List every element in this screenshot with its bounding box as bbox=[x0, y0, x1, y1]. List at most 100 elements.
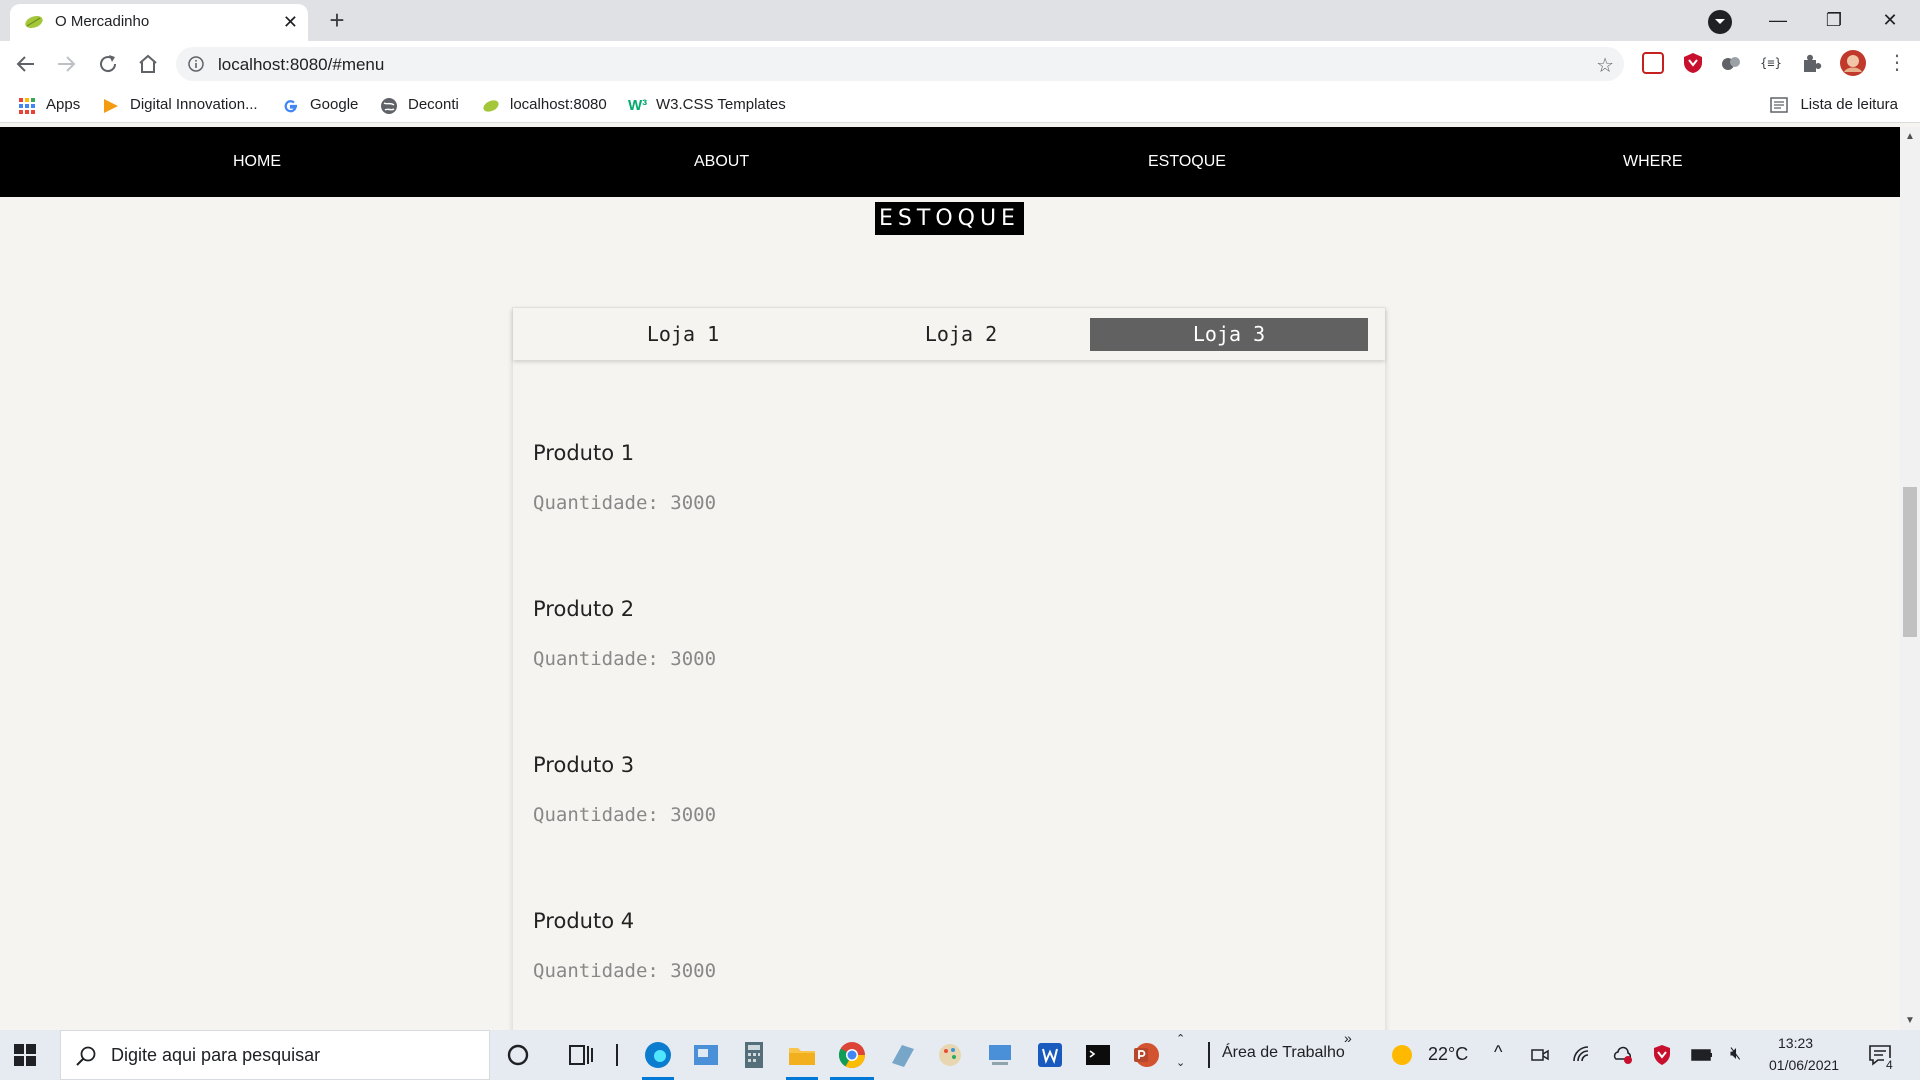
tab-loja-2[interactable]: Loja 2 bbox=[822, 318, 1100, 351]
word-icon[interactable] bbox=[1034, 1039, 1066, 1071]
mcafee-extension-icon[interactable] bbox=[1682, 52, 1704, 74]
reading-list-label: Lista de leitura bbox=[1800, 96, 1898, 113]
bookmark-deconti[interactable]: Deconti bbox=[380, 94, 459, 116]
mcafee-tray-icon[interactable] bbox=[1652, 1044, 1672, 1066]
apps-grid-icon bbox=[19, 98, 35, 114]
pocket-extension-icon[interactable] bbox=[1642, 52, 1664, 74]
tab-title: O Mercadinho bbox=[55, 13, 150, 30]
product-item: Produto 1 Quantidade: 3000 bbox=[533, 441, 716, 514]
product-name: Produto 3 bbox=[533, 753, 635, 777]
weather-sun-icon[interactable] bbox=[1390, 1043, 1414, 1067]
store-tab-bar: Loja 1 Loja 2 Loja 3 bbox=[513, 308, 1385, 360]
scroll-down-arrow-icon[interactable]: ▼ bbox=[1905, 1015, 1915, 1026]
minimize-icon[interactable]: — bbox=[1750, 4, 1806, 36]
home-icon[interactable] bbox=[136, 52, 160, 76]
tab-loja-1[interactable]: Loja 1 bbox=[544, 318, 822, 351]
scroll-up-arrow-icon[interactable]: ▲ bbox=[1905, 131, 1915, 142]
cortana-icon[interactable] bbox=[502, 1039, 534, 1071]
top-navigation: HOME ABOUT ESTOQUE WHERE bbox=[0, 127, 1900, 197]
clock-time[interactable]: 13:23 bbox=[1778, 1035, 1813, 1051]
nav-estoque-link[interactable]: ESTOQUE bbox=[1148, 127, 1226, 197]
product-name: Produto 4 bbox=[533, 909, 635, 933]
info-icon[interactable] bbox=[188, 56, 204, 72]
task-view-icon[interactable] bbox=[564, 1039, 596, 1071]
windows-start-icon[interactable] bbox=[14, 1044, 36, 1066]
volume-muted-icon[interactable]: 🔇︎ bbox=[1730, 1043, 1741, 1064]
taskbar-search-placeholder: Digite aqui para pesquisar bbox=[111, 1045, 321, 1065]
bookmarks-bar: Apps Digital Innovation... Google Decont… bbox=[0, 87, 1920, 123]
dio-icon bbox=[104, 99, 118, 113]
show-hidden-icons-icon[interactable]: ^ bbox=[1494, 1042, 1502, 1063]
taskbar-overflow-down-icon[interactable]: ⌄ bbox=[1176, 1056, 1185, 1069]
search-icon bbox=[76, 1046, 96, 1066]
product-name: Produto 2 bbox=[533, 597, 635, 621]
temperature[interactable]: 22°C bbox=[1428, 1044, 1468, 1065]
calculator-icon[interactable] bbox=[738, 1039, 770, 1071]
bookmark-label: Digital Innovation... bbox=[130, 96, 258, 113]
battery-icon[interactable] bbox=[1690, 1045, 1714, 1065]
nav-about-link[interactable]: ABOUT bbox=[694, 127, 749, 197]
product-item: Produto 3 Quantidade: 3000 bbox=[533, 753, 716, 826]
w3-icon: W³ bbox=[628, 97, 648, 114]
app-blue-book-icon[interactable] bbox=[886, 1039, 918, 1071]
file-explorer-icon[interactable] bbox=[786, 1039, 818, 1071]
meet-now-icon[interactable] bbox=[1530, 1045, 1550, 1065]
url-text[interactable]: localhost:8080/#menu bbox=[218, 55, 384, 75]
desktop-toolbar-label[interactable]: Área de Trabalho bbox=[1222, 1044, 1345, 1062]
close-tab-icon[interactable]: ✕ bbox=[283, 11, 298, 33]
nav-where-link[interactable]: WHERE bbox=[1623, 127, 1683, 197]
chrome-icon[interactable] bbox=[836, 1039, 868, 1071]
page-scrollbar[interactable]: ▲ ▼ bbox=[1900, 127, 1920, 1030]
browser-toolbar: localhost:8080/#menu ☆ {≡} ⋮ bbox=[0, 41, 1920, 87]
toolbar-divider bbox=[1208, 1042, 1210, 1068]
menu-dots-icon[interactable]: ⋮ bbox=[1886, 52, 1908, 74]
tab-loja-3[interactable]: Loja 3 bbox=[1090, 318, 1368, 351]
powerpoint-icon[interactable] bbox=[1130, 1039, 1162, 1071]
profile-avatar[interactable] bbox=[1840, 50, 1866, 76]
leaf-icon bbox=[483, 100, 499, 112]
reading-list-button[interactable]: Lista de leitura bbox=[1770, 94, 1898, 116]
nav-home-link[interactable]: HOME bbox=[233, 127, 281, 197]
bookmark-google[interactable]: Google bbox=[282, 94, 358, 116]
back-icon[interactable] bbox=[14, 52, 38, 76]
product-item: Produto 4 Quantidade: 3000 bbox=[533, 909, 716, 982]
address-bar[interactable]: localhost:8080/#menu ☆ bbox=[176, 47, 1624, 81]
chevrons-icon[interactable]: » bbox=[1344, 1030, 1352, 1046]
control-panel-icon[interactable] bbox=[690, 1039, 722, 1071]
bookmark-digital-innovation[interactable]: Digital Innovation... bbox=[102, 94, 258, 116]
new-tab-button[interactable]: + bbox=[322, 7, 352, 35]
bookmark-apps[interactable]: Apps bbox=[18, 94, 80, 116]
product-quantity: Quantidade: 3000 bbox=[533, 960, 717, 982]
bookmark-star-icon[interactable]: ☆ bbox=[1596, 53, 1614, 78]
taskbar-overflow-up-icon[interactable]: ⌃ bbox=[1176, 1032, 1185, 1045]
bookmark-localhost[interactable]: localhost:8080 bbox=[482, 94, 607, 116]
terminal-icon[interactable] bbox=[1082, 1039, 1114, 1071]
product-quantity: Quantidade: 3000 bbox=[533, 804, 717, 826]
scroll-thumb[interactable] bbox=[1903, 487, 1917, 637]
inventory-card: Loja 1 Loja 2 Loja 3 Produto 1 Quantidad… bbox=[512, 307, 1386, 1030]
paint-icon[interactable] bbox=[934, 1039, 966, 1071]
taskbar-search-box[interactable]: Digite aqui para pesquisar bbox=[60, 1030, 490, 1080]
tab-search-icon[interactable] bbox=[1708, 10, 1732, 34]
product-quantity: Quantidade: 3000 bbox=[533, 648, 717, 670]
edge-icon[interactable] bbox=[642, 1039, 674, 1071]
bookmark-label: Google bbox=[310, 96, 359, 113]
product-quantity: Quantidade: 3000 bbox=[533, 492, 717, 514]
clock-date[interactable]: 01/06/2021 bbox=[1769, 1057, 1839, 1073]
notification-count-badge: 4 bbox=[1884, 1058, 1895, 1072]
restore-icon[interactable]: ❐ bbox=[1806, 4, 1862, 36]
reload-icon[interactable] bbox=[96, 52, 120, 76]
page-content: HOME ABOUT ESTOQUE WHERE ESTOQUE Loja 1 … bbox=[0, 127, 1900, 1030]
browser-tab[interactable]: O Mercadinho ✕ bbox=[10, 4, 308, 41]
extension-circles-icon[interactable] bbox=[1720, 52, 1742, 74]
forward-icon[interactable] bbox=[54, 52, 78, 76]
wifi-icon[interactable] bbox=[1572, 1045, 1592, 1065]
windows-taskbar: Digite aqui para pesquisar ⌃ ⌄ Área de T… bbox=[0, 1030, 1920, 1080]
json-extension-icon[interactable]: {≡} bbox=[1760, 52, 1782, 74]
network-app-icon[interactable] bbox=[984, 1039, 1016, 1071]
google-icon bbox=[284, 100, 297, 113]
onedrive-icon[interactable] bbox=[1612, 1044, 1634, 1066]
bookmark-w3css[interactable]: W³ W3.CSS Templates bbox=[628, 94, 786, 116]
window-close-icon[interactable]: ✕ bbox=[1862, 4, 1918, 36]
extensions-puzzle-icon[interactable] bbox=[1800, 52, 1822, 74]
